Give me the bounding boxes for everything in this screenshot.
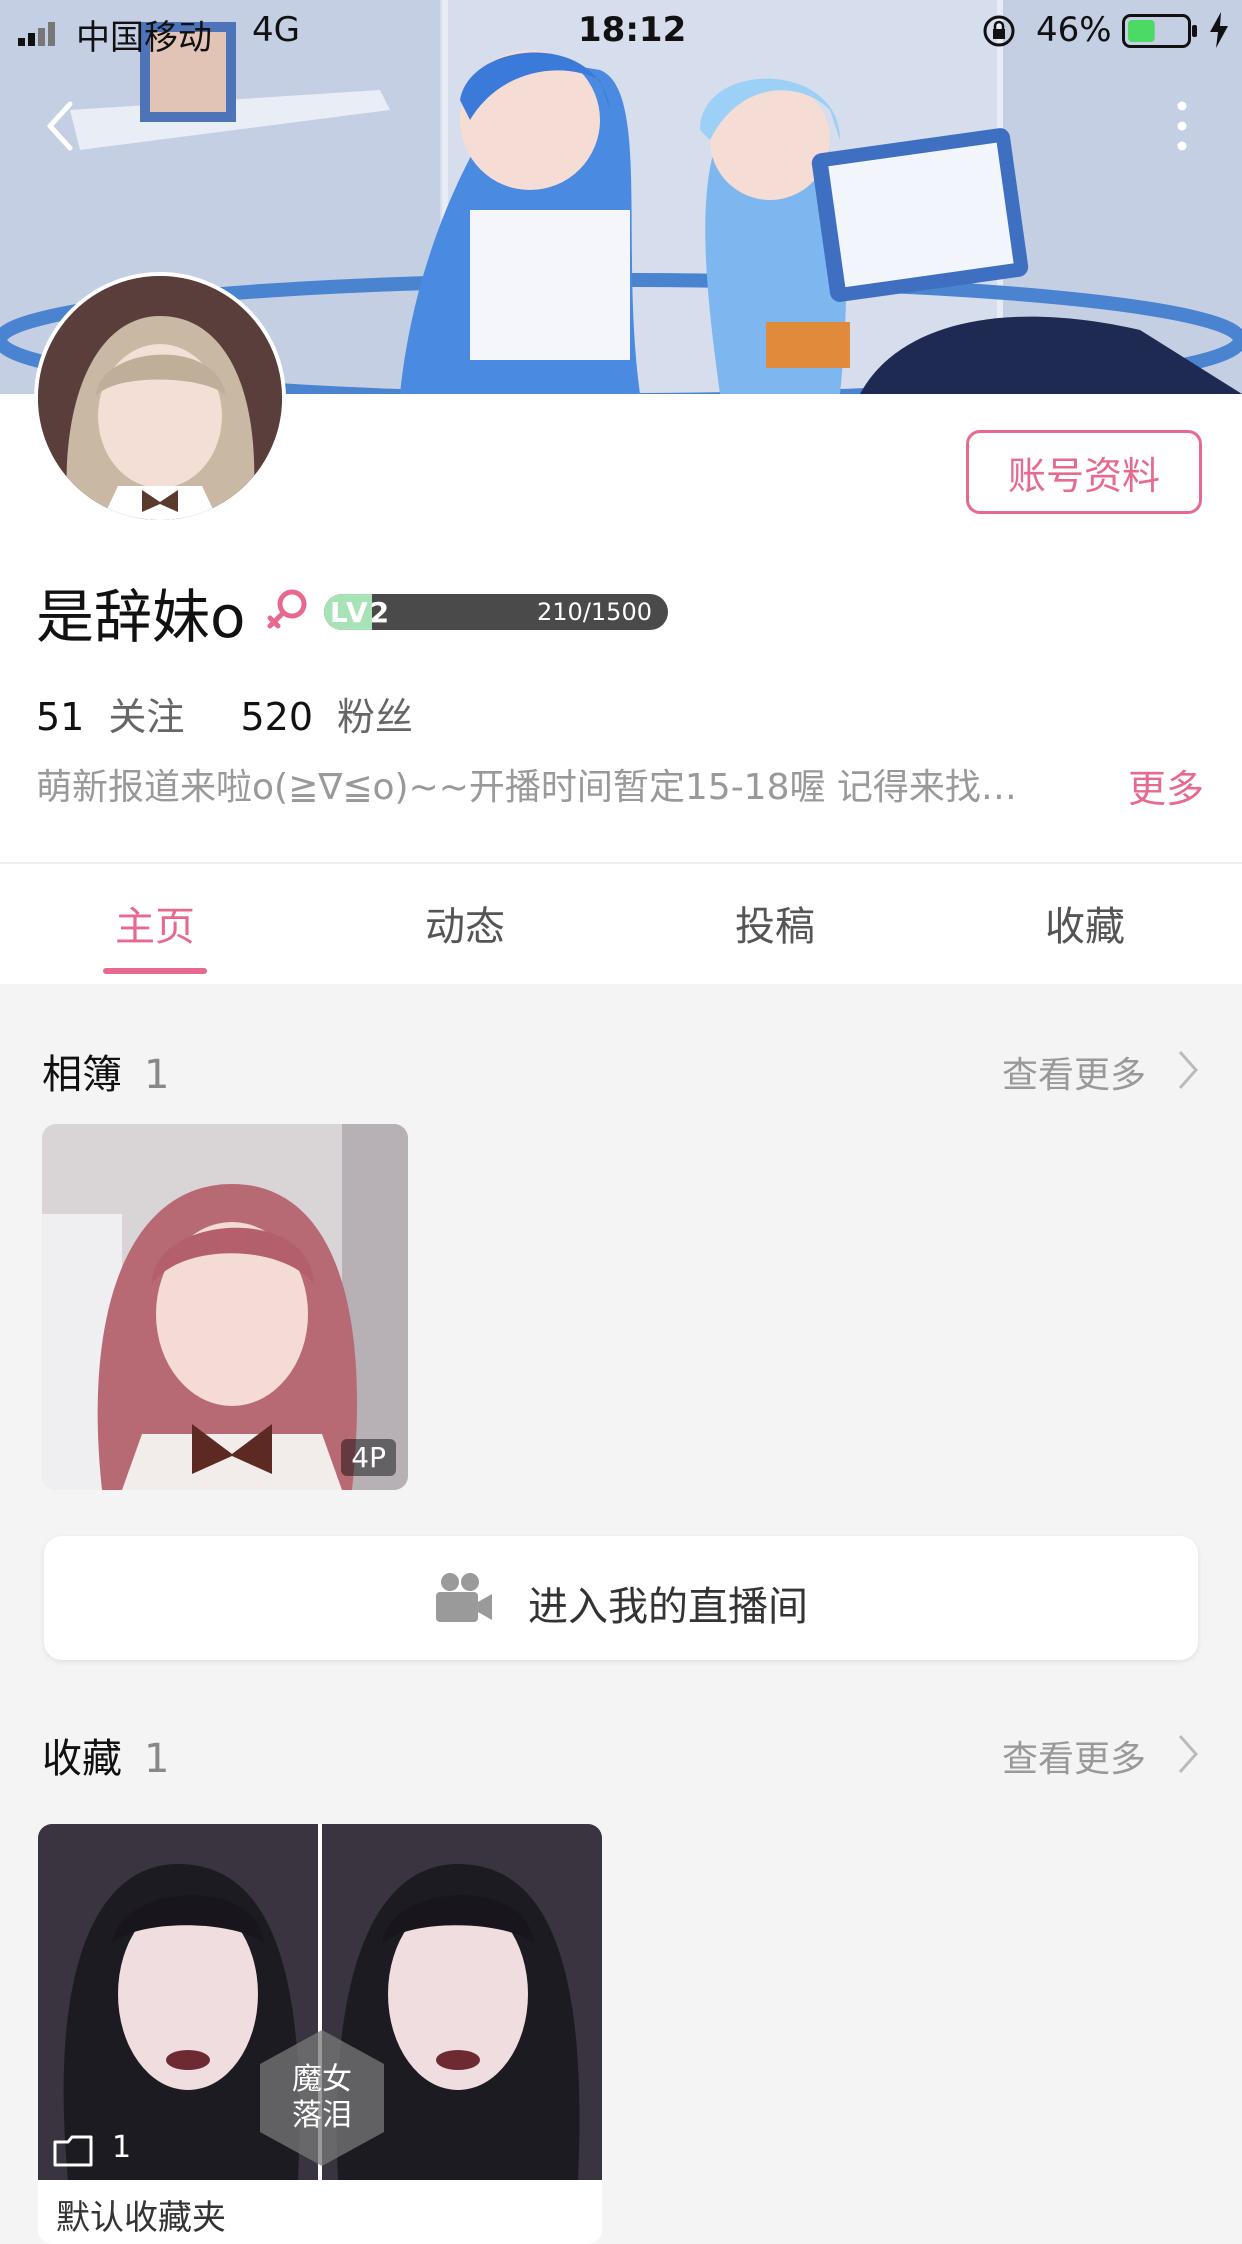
favorites-count: 1 — [144, 1736, 170, 1782]
follow-stats: 51 关注 520 粉丝 — [36, 686, 413, 741]
status-bar: 中国移动 4G 18:12 46% — [0, 0, 1242, 62]
account-info-button[interactable]: 账号资料 — [966, 430, 1202, 514]
album-section-header: 相簿 1 — [42, 1042, 169, 1100]
avatar[interactable] — [34, 272, 286, 524]
enter-live-room-button[interactable]: 进入我的直播间 — [44, 1536, 1198, 1660]
bio-more-link[interactable]: 更多 — [1128, 758, 1204, 813]
followers-label: 粉丝 — [337, 695, 414, 739]
more-vertical-icon[interactable] — [1164, 96, 1200, 156]
album-photo-count: 4P — [341, 1439, 396, 1476]
username: 是辞妹o — [36, 583, 246, 651]
chevron-right-icon[interactable] — [1176, 1048, 1200, 1092]
followers-count: 520 — [240, 695, 313, 739]
tab-submissions[interactable]: 投稿 — [620, 894, 930, 952]
signal-icon — [18, 22, 55, 46]
active-tab-indicator — [103, 968, 207, 974]
favorite-folder-name: 默认收藏夹 — [56, 2198, 226, 2238]
video-camera-icon — [436, 1573, 492, 1622]
album-see-more-link[interactable]: 查看更多 — [1002, 1046, 1146, 1098]
chevron-right-icon[interactable] — [1176, 1732, 1200, 1776]
album-title: 相簿 — [42, 1052, 122, 1098]
favorites-see-more-link[interactable]: 查看更多 — [1002, 1730, 1146, 1782]
tab-activity[interactable]: 动态 — [310, 894, 620, 952]
following-count: 51 — [36, 695, 85, 739]
favorite-tag-line1: 魔女 — [292, 2062, 352, 2097]
favorite-folder-card[interactable]: 魔女 落泪 1 默认收藏夹 — [38, 1824, 602, 2244]
battery-percent: 46% — [1036, 10, 1112, 50]
profile-tabs: 主页 动态 投稿 收藏 — [0, 864, 1242, 984]
following-label: 关注 — [108, 695, 185, 739]
album-thumbnail[interactable]: 4P — [42, 1124, 408, 1490]
live-room-label: 进入我的直播间 — [528, 1584, 808, 1630]
album-photo — [42, 1124, 408, 1490]
battery-icon — [1122, 14, 1197, 48]
album-count: 1 — [144, 1052, 170, 1098]
tab-favorites[interactable]: 收藏 — [930, 894, 1240, 952]
favorite-folder-cover: 魔女 落泪 1 — [38, 1824, 602, 2180]
bio-text: 萌新报道来啦o(≧∇≦o)~~开播时间暂定15-18喔 记得来找… — [36, 767, 1017, 808]
followers-stat[interactable]: 520 粉丝 — [240, 695, 413, 739]
back-button[interactable] — [40, 96, 80, 156]
favorite-item-count: 1 — [112, 2130, 132, 2165]
avatar-image — [38, 276, 282, 520]
folder-icon — [53, 2135, 93, 2167]
favorites-section-header: 收藏 1 — [42, 1726, 169, 1784]
rotation-lock-icon — [983, 15, 1015, 47]
network-type: 4G — [252, 10, 300, 50]
clock: 18:12 — [578, 10, 687, 50]
favorites-title: 收藏 — [42, 1736, 122, 1782]
level-badge: LV2 — [330, 596, 392, 629]
level-exp: 210/1500 — [537, 598, 652, 626]
tab-home[interactable]: 主页 — [0, 894, 310, 952]
carrier-name: 中国移动 — [76, 18, 212, 58]
favorite-tag-line2: 落泪 — [292, 2098, 352, 2133]
female-icon — [267, 589, 307, 629]
following-stat[interactable]: 51 关注 — [36, 695, 196, 739]
level-bar: LV2 210/1500 — [324, 594, 668, 630]
charging-icon — [1210, 12, 1228, 48]
